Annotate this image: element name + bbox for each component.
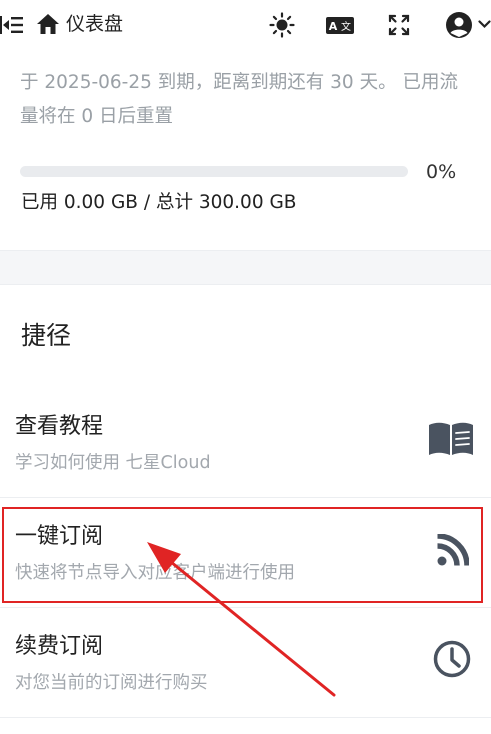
expire-notice: 于 2025-06-25 到期，距离到期还有 30 天。 已用流量将在 0 日后… [20, 72, 458, 127]
user-avatar-icon[interactable] [445, 11, 473, 39]
shortcut-renew-subscription[interactable]: 续费订阅 对您当前的订阅进行购买 [0, 608, 491, 718]
translate-icon[interactable]: A 文 [326, 17, 354, 34]
shortcuts-title: 捷径 [21, 321, 72, 350]
shortcut-view-tutorial[interactable]: 查看教程 学习如何使用 七星Cloud [0, 388, 491, 498]
clock-icon [433, 640, 471, 682]
svg-text:A: A [329, 20, 338, 33]
menu-collapse-icon[interactable] [0, 13, 24, 37]
book-icon [429, 421, 473, 461]
top-bar: 仪表盘 A 文 [0, 0, 491, 50]
svg-text:文: 文 [341, 20, 351, 33]
shortcut-desc: 学习如何使用 七星Cloud [15, 453, 211, 473]
section-divider [0, 250, 491, 285]
page-title: 仪表盘 [66, 13, 124, 35]
shortcut-desc: 对您当前的订阅进行购买 [15, 673, 208, 693]
highlight-box [2, 507, 483, 603]
theme-sun-icon[interactable] [269, 12, 295, 38]
usage-text: 已用 0.00 GB / 总计 300.00 GB [21, 192, 297, 213]
usage-progress-bar [20, 166, 408, 177]
usage-percent: 0% [426, 161, 457, 183]
shortcut-title: 查看教程 [15, 414, 104, 439]
fullscreen-icon[interactable] [388, 14, 410, 36]
shortcut-title: 续费订阅 [15, 634, 104, 659]
home-icon[interactable] [36, 13, 60, 35]
chevron-down-icon[interactable] [478, 20, 491, 29]
